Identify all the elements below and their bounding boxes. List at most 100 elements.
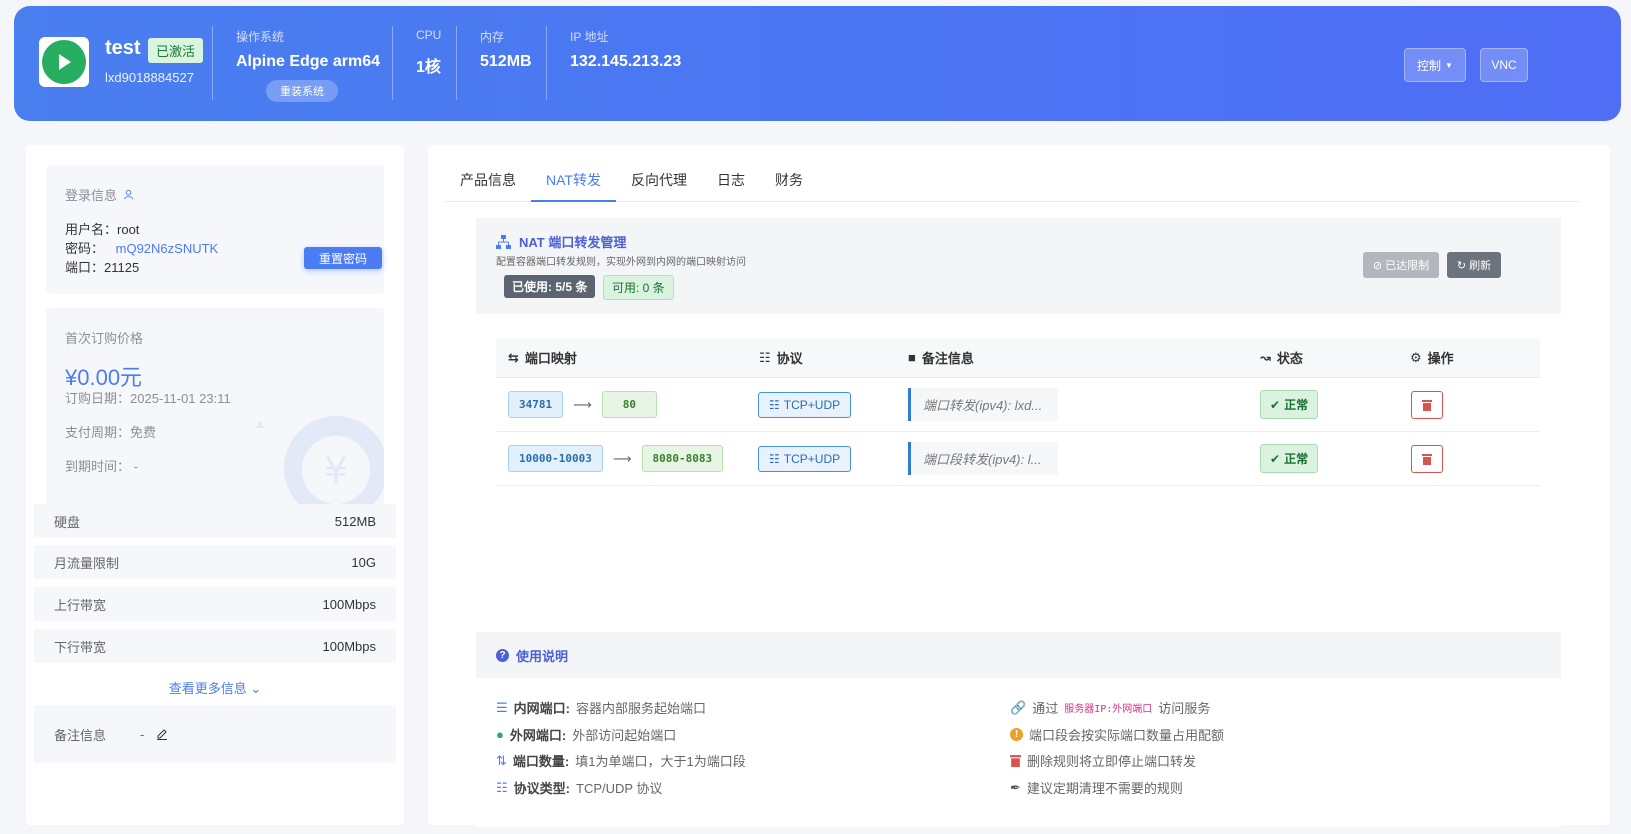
arrow-right-icon: ⟶ xyxy=(573,396,592,412)
reset-password-button[interactable]: 重置密码 xyxy=(304,247,382,269)
show-more-link[interactable]: 查看更多信息 ⌄ xyxy=(26,678,404,697)
status-label: 正常 xyxy=(1284,452,1309,466)
tab-bar: 产品信息 NAT转发 反向代理 日志 财务 xyxy=(445,167,1579,202)
refresh-icon: ↻ xyxy=(1456,259,1467,272)
login-info-card: 登录信息 用户名：root 密码： mQ92N6zSNUTK 端口：21125 … xyxy=(46,165,384,294)
help-code: 服务器IP:外网端口 xyxy=(1064,704,1153,715)
divider xyxy=(456,26,457,100)
edit-icon[interactable] xyxy=(156,728,168,740)
available-quota-badge: 可用: 0 条 xyxy=(603,275,674,300)
help-text: 容器内部服务起始端口 xyxy=(576,701,707,716)
port-label: 端口： xyxy=(65,260,105,275)
globe-icon: ● xyxy=(496,727,504,742)
protocol-label: TCP+UDP xyxy=(783,397,841,412)
help-key: 协议类型: xyxy=(513,781,570,796)
spec-label: 硬盘 xyxy=(54,514,81,530)
internal-port: 8080-8083 xyxy=(641,445,724,472)
help-text: 外部访问起始端口 xyxy=(572,728,677,743)
external-port: 34781 xyxy=(508,391,564,418)
help-key: 端口数量: xyxy=(512,754,570,769)
rule-remark: 端口转发(ipv4): lxd... xyxy=(908,388,1058,421)
port-value: 21125 xyxy=(104,260,140,275)
help-section: ? 使用说明 ☰ 内网端口: 容器内部服务起始端口 ● 外网端口: 外部访问起始端口 ⇅… xyxy=(476,632,1561,827)
refresh-label: 刷新 xyxy=(1469,260,1492,272)
os-label: 操作系统 xyxy=(236,30,285,44)
tab-logs[interactable]: 日志 xyxy=(702,167,760,202)
trash-icon xyxy=(1422,399,1432,411)
memory-value: 512MB xyxy=(480,53,532,70)
tab-product[interactable]: 产品信息 xyxy=(445,167,531,202)
remark-label: 备注信息 xyxy=(54,727,107,743)
tab-reverse-proxy[interactable]: 反向代理 xyxy=(616,167,702,202)
spec-row-download: 下行带宽 100Mbps xyxy=(34,629,396,663)
nat-subtitle: 配置容器端口转发规则，实现外网到内网的端口映射访问 xyxy=(496,257,746,268)
instance-name: test xyxy=(105,37,141,59)
col-remark: 备注信息 xyxy=(921,351,974,366)
chart-line-icon: ↝ xyxy=(1260,349,1271,365)
col-mapping: 端口映射 xyxy=(524,351,577,366)
broom-icon: ✒ xyxy=(1010,779,1021,795)
protocol-label: TCP+UDP xyxy=(783,451,841,466)
help-text: 端口段会按实际端口数量占用配额 xyxy=(1029,728,1225,743)
spec-label: 月流量限制 xyxy=(54,555,120,571)
chevron-down-icon: ⌄ xyxy=(250,681,262,696)
help-header: ? 使用说明 xyxy=(476,632,1561,678)
help-key: 外网端口: xyxy=(509,728,567,743)
network-icon: ☷ xyxy=(769,451,780,466)
network-icon: ☷ xyxy=(769,397,780,412)
trash-icon xyxy=(1010,755,1021,767)
protocol-badge: ☷ TCP+UDP xyxy=(758,445,852,472)
control-dropdown-button[interactable]: 控制 ▼ xyxy=(1404,48,1466,82)
memory-label: 内存 xyxy=(480,30,505,44)
user-icon xyxy=(123,189,134,200)
col-status: 状态 xyxy=(1276,351,1303,366)
instance-header: test 已激活 lxd9018884527 操作系统 Alpine Edge … xyxy=(14,6,1621,121)
status-badge: ✔ 正常 xyxy=(1260,444,1319,473)
password-value[interactable]: mQ92N6zSNUTK xyxy=(116,241,219,256)
tab-nat[interactable]: NAT转发 xyxy=(531,167,616,202)
refresh-button[interactable]: ↻ 刷新 xyxy=(1447,252,1501,278)
table-header: ⇆ 端口映射 ☷ 协议 ■ 备注信息 ↝ 状态 ⚙ 操作 xyxy=(496,338,1540,378)
limit-reached-label: 已达限制 xyxy=(1385,260,1430,272)
start-button[interactable] xyxy=(39,37,89,87)
exclamation-circle-icon: ! xyxy=(1010,728,1023,741)
chevron-down-icon: ▼ xyxy=(1445,60,1453,70)
help-key: 内网端口: xyxy=(513,701,570,716)
remark-value: - xyxy=(140,726,145,742)
os-value: Alpine Edge arm64 xyxy=(236,53,381,70)
tab-finance[interactable]: 财务 xyxy=(760,167,818,202)
delete-button[interactable] xyxy=(1411,444,1443,473)
spec-value: 512MB xyxy=(334,513,376,529)
external-port: 10000-10003 xyxy=(508,445,603,472)
divider xyxy=(546,26,547,100)
help-text: 建议定期清理不需要的规则 xyxy=(1026,781,1183,796)
status-badge: ✔ 正常 xyxy=(1260,390,1319,419)
vnc-button[interactable]: VNC xyxy=(1480,48,1528,82)
password-label: 密码： xyxy=(65,241,105,256)
remark-row: 备注信息 - xyxy=(34,705,396,763)
delete-button[interactable] xyxy=(1411,390,1443,419)
database-icon: ☰ xyxy=(496,699,508,715)
spec-value: 100Mbps xyxy=(322,596,376,612)
col-actions: 操作 xyxy=(1427,351,1454,366)
protocol-badge: ☷ TCP+UDP xyxy=(758,391,852,418)
trash-icon xyxy=(1422,453,1432,465)
table-row: 10000-10003 ⟶ 8080-8083 ☷ TCP+UDP 端口段转发(i… xyxy=(496,432,1540,486)
sort-numeric-icon: ⇅ xyxy=(496,752,507,768)
ip-label: IP 地址 xyxy=(570,30,609,44)
nat-section: NAT 端口转发管理 配置容器端口转发规则，实现外网到内网的端口映射访问 已使用… xyxy=(476,218,1561,618)
network-icon: ☷ xyxy=(759,349,771,365)
spec-row-upload: 上行带宽 100Mbps xyxy=(34,587,396,621)
reinstall-button[interactable]: 重装系统 xyxy=(266,80,338,102)
internal-port: 80 xyxy=(601,391,658,418)
comment-icon: ■ xyxy=(908,350,916,365)
ban-icon: ⊘ xyxy=(1372,259,1383,272)
spec-label: 下行带宽 xyxy=(54,639,107,655)
help-text: TCP/UDP 协议 xyxy=(576,781,663,796)
login-info-title: 登录信息 xyxy=(65,188,118,203)
help-text: 访问服务 xyxy=(1158,701,1211,716)
nat-table: ⇆ 端口映射 ☷ 协议 ■ 备注信息 ↝ 状态 ⚙ 操作 34781 ⟶ 80 ☷ TCP+… xyxy=(496,338,1540,486)
col-protocol: 协议 xyxy=(776,351,803,366)
check-circle-icon: ✔ xyxy=(1270,397,1281,412)
help-text: 删除规则将立即停止端口转发 xyxy=(1027,754,1197,769)
